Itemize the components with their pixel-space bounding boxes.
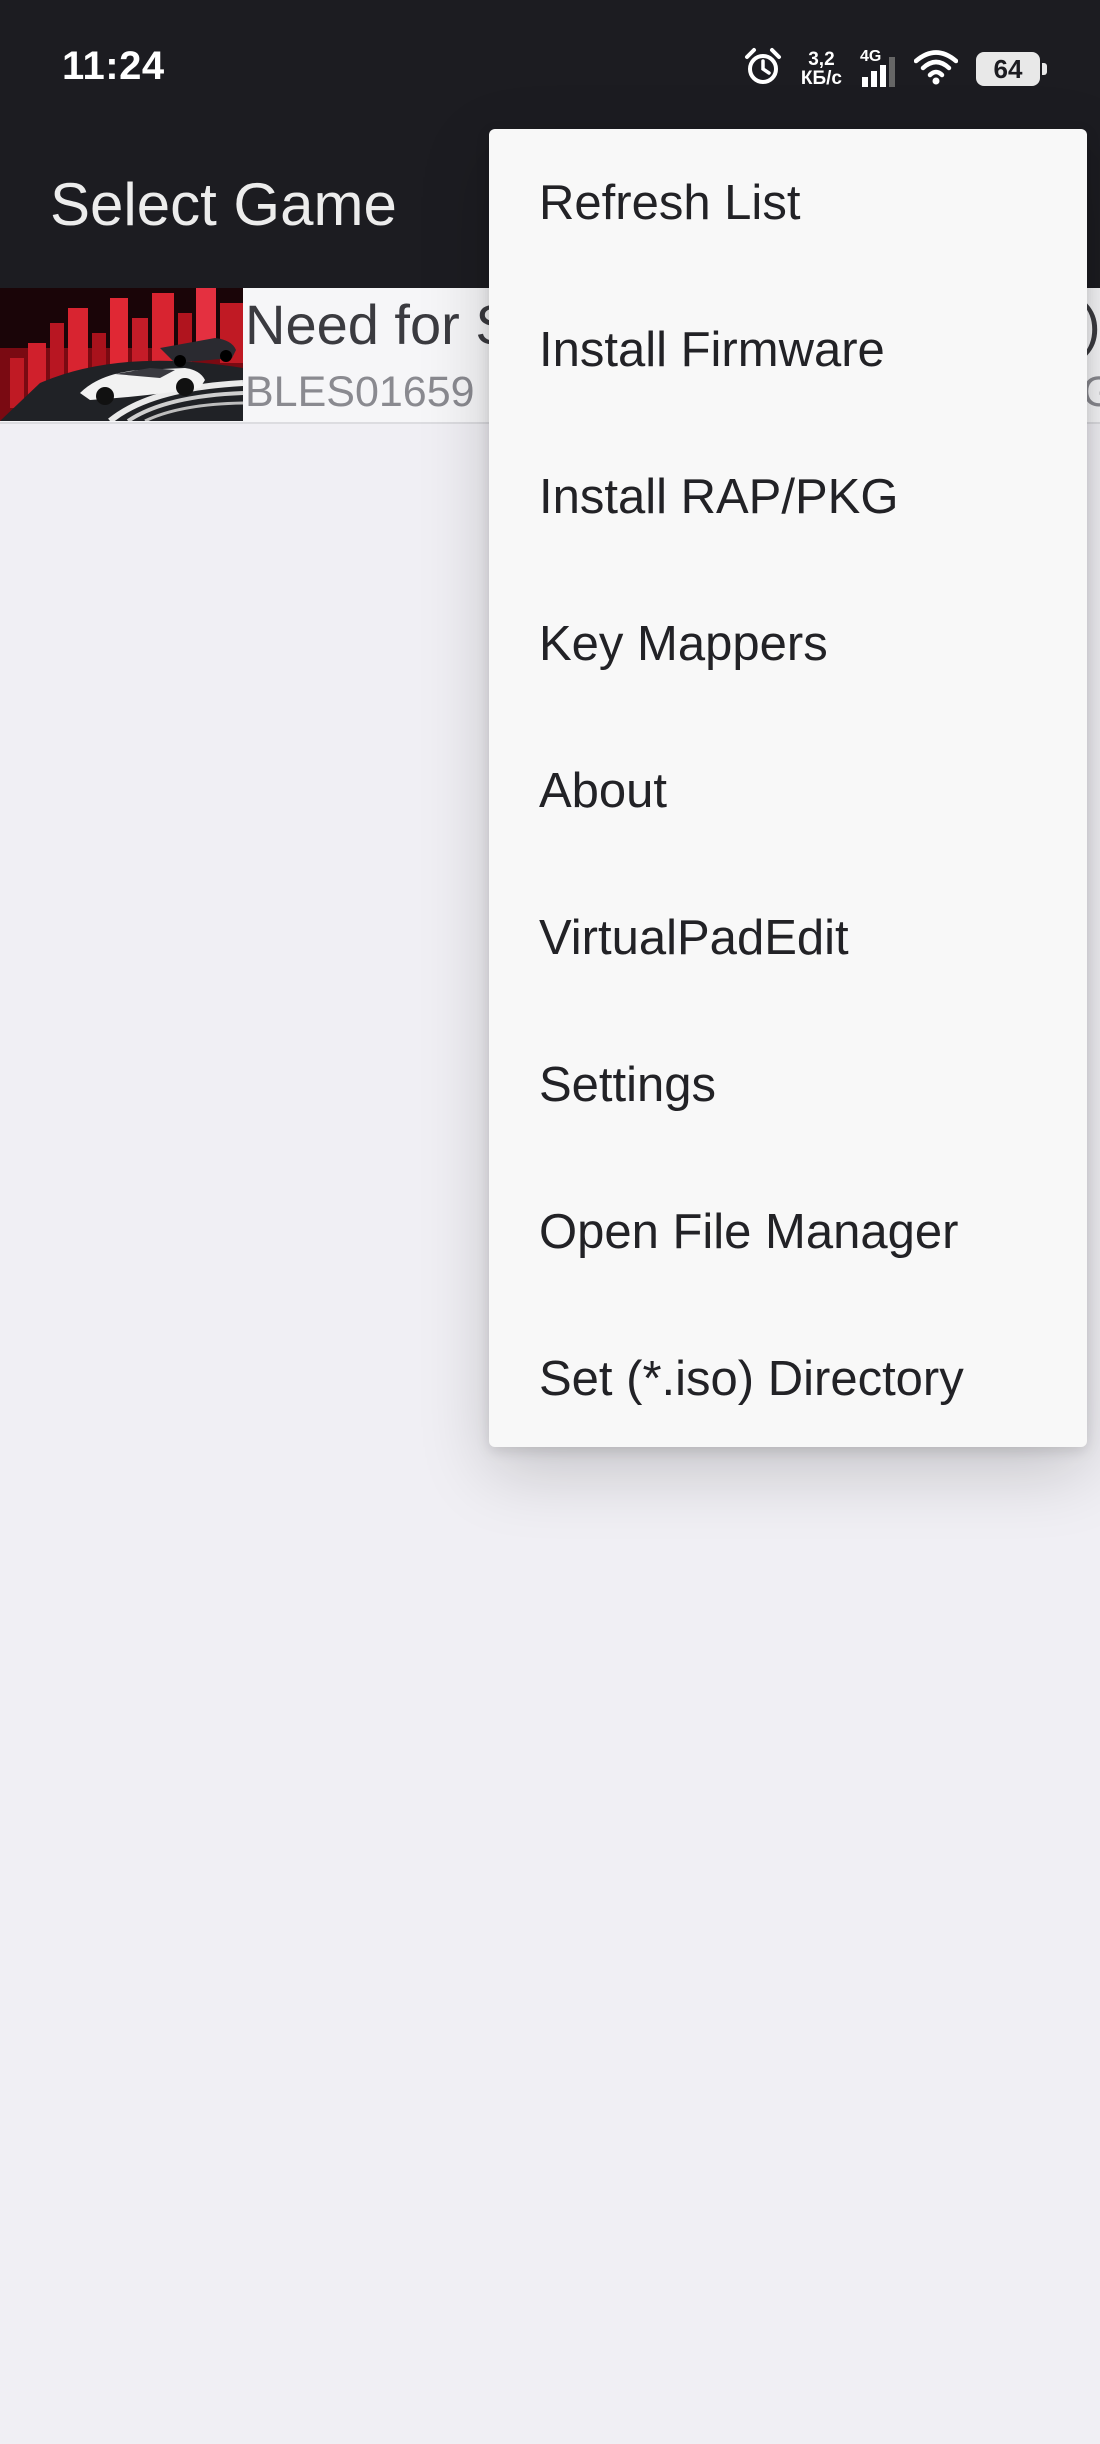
status-bar: 11:24 3,2 КБ/с 4G 64 xyxy=(0,0,1100,140)
menu-item-key-mappers[interactable]: Key Mappers xyxy=(489,570,1087,717)
game-id: BLES01659 xyxy=(245,368,475,416)
net-speed-value: 3,2 xyxy=(808,49,835,70)
battery-icon: 64 xyxy=(976,52,1047,86)
menu-item-install-firmware[interactable]: Install Firmware xyxy=(489,276,1087,423)
page-title: Select Game xyxy=(50,171,397,238)
net-speed-unit: КБ/с xyxy=(800,68,842,89)
menu-item-open-file-manager[interactable]: Open File Manager xyxy=(489,1158,1087,1305)
menu-item-set-iso-directory[interactable]: Set (*.iso) Directory xyxy=(489,1305,1087,1452)
signal-icon: 4G xyxy=(860,49,896,89)
overflow-menu: Refresh List Install Firmware Install RA… xyxy=(489,129,1087,1447)
menu-item-about[interactable]: About xyxy=(489,717,1087,864)
status-time: 11:24 xyxy=(62,44,165,88)
menu-item-refresh-list[interactable]: Refresh List xyxy=(489,129,1087,276)
network-speed: 3,2 КБ/с xyxy=(801,50,842,88)
menu-item-install-rap-pkg[interactable]: Install RAP/PKG xyxy=(489,423,1087,570)
game-thumbnail xyxy=(0,288,243,421)
menu-item-virtual-pad-edit[interactable]: VirtualPadEdit xyxy=(489,864,1087,1011)
status-icons: 3,2 КБ/с 4G 64 xyxy=(743,44,1047,94)
game-title: Need for S xyxy=(245,293,513,356)
battery-level: 64 xyxy=(993,53,1023,84)
menu-item-settings[interactable]: Settings xyxy=(489,1011,1087,1158)
alarm-icon xyxy=(743,47,783,92)
wifi-icon xyxy=(913,48,959,91)
